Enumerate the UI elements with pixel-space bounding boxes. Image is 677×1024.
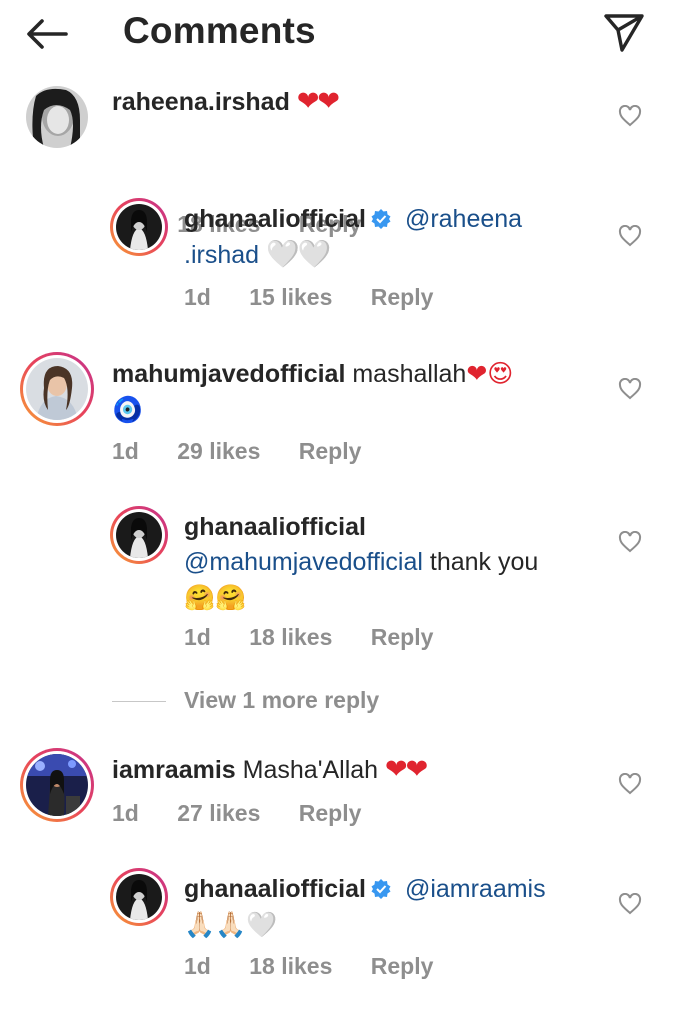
reply-button[interactable]: Reply xyxy=(371,624,434,650)
avatar[interactable] xyxy=(20,748,94,822)
comment-meta: 1d 18 likes Reply xyxy=(184,624,465,651)
comment-body: raheena.irshad ❤❤ xyxy=(112,84,592,120)
comment-emojis: 🤗🤗 xyxy=(184,583,247,612)
comment-body: mahumjavedofficial mashallah❤😍 🧿 xyxy=(112,356,592,428)
comment-age: 1d xyxy=(184,284,211,310)
heart-outline-icon xyxy=(618,377,642,400)
heart-outline-icon xyxy=(618,104,642,127)
comment-likes[interactable]: 15 likes xyxy=(249,284,332,310)
mention-link[interactable]: @raheena xyxy=(405,205,522,233)
page-title: Comments xyxy=(123,10,316,51)
reply-button[interactable]: Reply xyxy=(299,800,362,826)
header: Comments xyxy=(0,0,677,68)
comment-meta: 1d 27 likes Reply xyxy=(112,800,393,827)
comment-username[interactable]: raheena.irshad xyxy=(112,88,290,116)
like-button[interactable] xyxy=(618,772,642,795)
avatar[interactable] xyxy=(20,352,94,426)
paper-plane-icon xyxy=(604,14,644,52)
avatar[interactable] xyxy=(110,198,168,256)
avatar[interactable] xyxy=(110,506,168,564)
comment-age: 1d xyxy=(112,438,139,464)
comment-age: 1d xyxy=(112,800,139,826)
comment-username[interactable]: mahumjavedofficial xyxy=(112,360,345,388)
comment-emojis: 🙏🏻🙏🏻🤍 xyxy=(184,910,278,939)
reply-button[interactable]: Reply xyxy=(299,438,362,464)
comment-username[interactable]: ghanaaliofficial xyxy=(184,205,366,233)
like-button[interactable] xyxy=(618,224,642,247)
avatar[interactable] xyxy=(26,86,88,148)
comment-age: 1d xyxy=(184,953,211,979)
arrow-left-icon xyxy=(27,19,68,49)
comment-meta: 1d 15 likes Reply xyxy=(184,284,465,311)
comment-username[interactable]: ghanaaliofficial xyxy=(184,513,366,541)
comment-emojis: ❤❤ xyxy=(385,754,428,785)
comment-body: ghanaaliofficial @iamraamis 🙏🏻🙏🏻🤍 xyxy=(184,872,604,943)
comment-username[interactable]: ghanaaliofficial xyxy=(184,875,366,903)
like-button[interactable] xyxy=(618,892,642,915)
comment-text: Masha'Allah xyxy=(242,756,379,784)
view-more-label: View 1 more reply xyxy=(184,687,380,713)
avatar[interactable] xyxy=(110,868,168,926)
nazar-emoji: 🧿 xyxy=(112,395,144,424)
heart-outline-icon xyxy=(618,530,642,553)
comment-meta: 1d 18 likes Reply xyxy=(184,953,465,980)
mention-link[interactable]: @iamraamis xyxy=(405,875,546,903)
comment-likes[interactable]: 29 likes xyxy=(177,438,260,464)
comment-body: ghanaaliofficial @raheena .irshad 🤍🤍 xyxy=(184,202,584,273)
comment-likes[interactable]: 27 likes xyxy=(177,800,260,826)
heart-outline-icon xyxy=(618,892,642,915)
comment-emojis: ❤😍 xyxy=(466,359,514,388)
comment-likes[interactable]: 18 likes xyxy=(249,624,332,650)
comment-text: mashallah xyxy=(352,360,467,388)
heart-outline-icon xyxy=(618,772,642,795)
comment-body: iamraamis Masha'Allah ❤❤ xyxy=(112,752,592,788)
verified-badge-icon xyxy=(371,879,391,899)
heart-outline-icon xyxy=(618,224,642,247)
reply-button[interactable]: Reply xyxy=(371,953,434,979)
back-button[interactable] xyxy=(22,14,72,54)
like-button[interactable] xyxy=(618,530,642,553)
comment-emojis: ❤❤ xyxy=(296,86,340,117)
like-button[interactable] xyxy=(618,104,642,127)
comment-body: ghanaaliofficial @mahumjavedofficial tha… xyxy=(184,510,614,616)
comment-age: 1d xyxy=(184,624,211,650)
comment-text: thank you xyxy=(429,548,539,576)
comment-meta: 1d 29 likes Reply xyxy=(112,438,393,465)
comment-username[interactable]: iamraamis xyxy=(112,756,236,784)
reply-button[interactable]: Reply xyxy=(371,284,434,310)
mention-link-cont[interactable]: .irshad xyxy=(184,241,259,269)
comment-emojis: 🤍🤍 xyxy=(265,239,331,271)
comment-likes[interactable]: 18 likes xyxy=(249,953,332,979)
like-button[interactable] xyxy=(618,377,642,400)
divider-line xyxy=(112,701,166,702)
mention-link[interactable]: @mahumjavedofficial xyxy=(184,548,423,576)
verified-badge-icon xyxy=(371,209,391,229)
share-button[interactable] xyxy=(600,10,648,54)
